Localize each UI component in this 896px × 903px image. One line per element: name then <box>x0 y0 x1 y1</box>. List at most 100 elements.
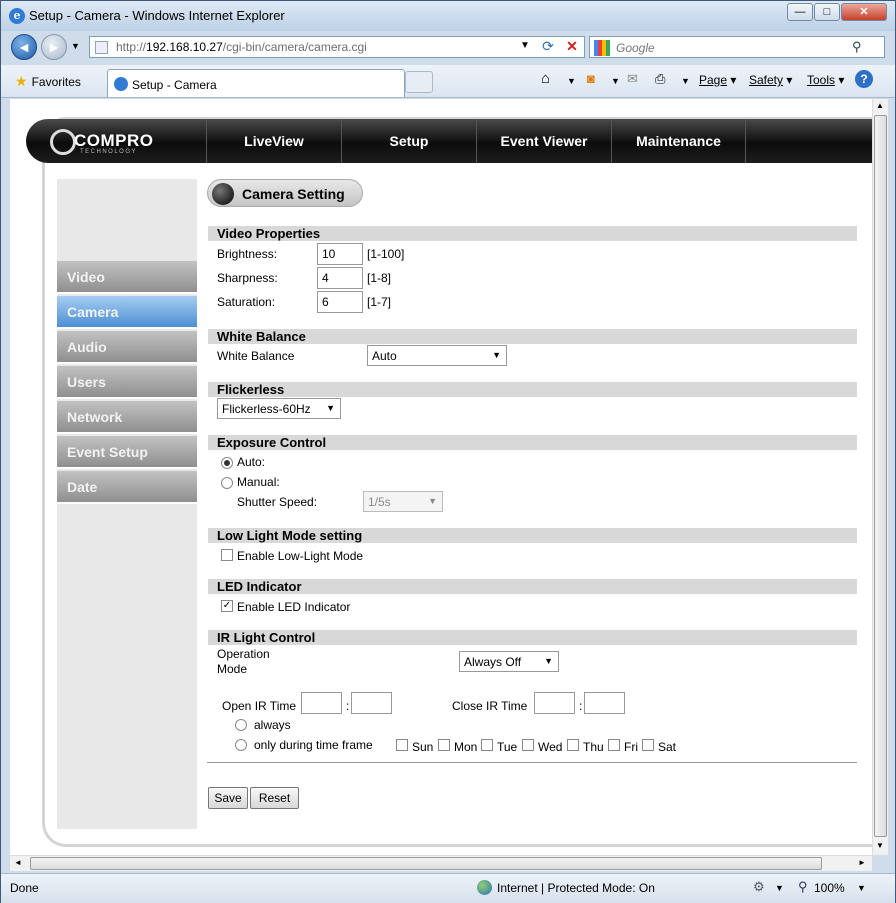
settings-dropdown-icon[interactable]: ▼ <box>775 883 784 893</box>
section-ir-light: IR Light Control <box>208 630 857 645</box>
sidebar-item-network[interactable]: Network <box>57 401 197 434</box>
page-title: Camera Setting <box>242 186 345 202</box>
open-ir-minute-input[interactable] <box>351 692 392 714</box>
minimize-button[interactable]: — <box>787 3 813 21</box>
exposure-auto-radio[interactable] <box>221 457 233 469</box>
low-light-label: Enable Low-Light Mode <box>237 549 364 563</box>
save-button[interactable]: Save <box>208 787 248 809</box>
protected-settings-icon[interactable]: ⚙ <box>753 879 765 895</box>
brightness-input[interactable]: 10 <box>317 243 363 265</box>
day-checkbox-fri[interactable] <box>608 739 620 751</box>
scroll-down-icon[interactable]: ▼ <box>876 841 884 850</box>
page-menu[interactable]: Page ▾ <box>699 73 736 87</box>
brightness-label: Brightness: <box>217 247 278 261</box>
saturation-input[interactable]: 6 <box>317 291 363 313</box>
main-content: Camera Setting Video Properties Brightne… <box>207 179 857 839</box>
scroll-left-icon[interactable]: ◄ <box>14 858 22 867</box>
search-box[interactable]: Google ⚲ <box>589 36 885 58</box>
feeds-dropdown-icon[interactable]: ▼ <box>611 76 620 86</box>
close-button[interactable]: ✕ <box>841 3 887 21</box>
chevron-down-icon: ▼ <box>326 403 335 413</box>
day-label-mon: Mon <box>454 740 478 754</box>
low-light-checkbox[interactable] <box>221 549 233 561</box>
address-dropdown-icon[interactable]: ▼ <box>520 40 530 51</box>
tools-menu[interactable]: Tools ▾ <box>807 73 844 87</box>
zoom-dropdown-icon[interactable]: ▼ <box>857 883 866 893</box>
star-icon: ★ <box>15 73 28 89</box>
sidebar-item-video[interactable]: Video <box>57 261 197 294</box>
zoom-level[interactable]: 100% <box>814 881 845 895</box>
close-ir-minute-input[interactable] <box>584 692 625 714</box>
refresh-icon[interactable]: ⟳ <box>538 38 558 56</box>
forward-button[interactable]: ► <box>41 34 67 60</box>
scroll-up-icon[interactable]: ▲ <box>876 101 884 110</box>
open-ir-hour-input[interactable] <box>301 692 342 714</box>
chevron-down-icon: ▼ <box>544 656 553 666</box>
section-white-balance: White Balance <box>208 329 857 344</box>
flickerless-select[interactable]: Flickerless-60Hz ▼ <box>217 398 341 419</box>
status-bar: Done Internet | Protected Mode: On ⚙ ▼ ⚲… <box>1 873 895 903</box>
led-checkbox[interactable]: ✓ <box>221 600 233 612</box>
horizontal-scroll-thumb[interactable] <box>30 857 822 870</box>
shutter-speed-label: Shutter Speed: <box>237 495 318 509</box>
sidebar-item-date[interactable]: Date <box>57 471 197 504</box>
vertical-scrollbar[interactable]: ▲ ▼ <box>872 99 888 855</box>
vertical-scroll-thumb[interactable] <box>874 115 887 837</box>
print-icon[interactable]: ⎙ <box>655 71 665 87</box>
day-checkbox-sun[interactable] <box>396 739 408 751</box>
day-checkbox-wed[interactable] <box>522 739 534 751</box>
sidebar-item-camera[interactable]: Camera <box>57 296 197 329</box>
favorites-button[interactable]: ★ Favorites <box>15 73 81 90</box>
day-checkbox-sat[interactable] <box>642 739 654 751</box>
nav-liveview[interactable]: LiveView <box>206 119 341 163</box>
internet-globe-icon <box>477 880 492 895</box>
feeds-icon[interactable]: ◙ <box>587 71 595 86</box>
section-led-indicator: LED Indicator <box>208 579 857 594</box>
recent-pages-icon[interactable]: ▼ <box>71 41 80 51</box>
search-icon[interactable]: ⚲ <box>852 39 862 55</box>
day-checkbox-mon[interactable] <box>438 739 450 751</box>
operation-mode-select[interactable]: Always Off ▼ <box>459 651 559 672</box>
sidebar-item-event-setup[interactable]: Event Setup <box>57 436 197 469</box>
sharpness-input[interactable]: 4 <box>317 267 363 289</box>
reset-button[interactable]: Reset <box>250 787 299 809</box>
nav-setup[interactable]: Setup <box>341 119 476 163</box>
day-label-fri: Fri <box>624 740 638 754</box>
section-exposure-control: Exposure Control <box>208 435 857 450</box>
ir-always-label: always <box>254 718 291 732</box>
close-ir-hour-input[interactable] <box>534 692 575 714</box>
security-zone-text[interactable]: Internet | Protected Mode: On <box>497 881 655 895</box>
day-checkbox-thu[interactable] <box>567 739 579 751</box>
day-label-thu: Thu <box>583 740 604 754</box>
search-placeholder: Google <box>616 41 655 55</box>
day-label-wed: Wed <box>538 740 563 754</box>
day-label-tue: Tue <box>497 740 518 754</box>
horizontal-scrollbar[interactable]: ◄ ► <box>10 855 872 871</box>
ir-always-radio[interactable] <box>235 719 247 731</box>
help-icon[interactable]: ? <box>855 70 873 88</box>
day-checkbox-tue[interactable] <box>481 739 493 751</box>
nav-maintenance[interactable]: Maintenance <box>611 119 746 163</box>
home-dropdown-icon[interactable]: ▼ <box>567 76 576 86</box>
shutter-speed-select[interactable]: 1/5s ▼ <box>363 491 443 512</box>
exposure-manual-radio[interactable] <box>221 477 233 489</box>
back-button[interactable]: ◄ <box>11 34 37 60</box>
sidebar-item-users[interactable]: Users <box>57 366 197 399</box>
close-ir-time-label: Close IR Time <box>452 699 528 713</box>
browser-tab[interactable]: Setup - Camera <box>107 69 405 97</box>
scroll-right-icon[interactable]: ► <box>858 858 866 867</box>
new-tab-button[interactable] <box>405 71 433 93</box>
sidebar-item-audio[interactable]: Audio <box>57 331 197 364</box>
home-icon[interactable]: ⌂ <box>541 70 550 87</box>
zoom-icon[interactable]: ⚲ <box>798 879 808 895</box>
stop-icon[interactable]: ✕ <box>562 38 582 56</box>
ir-timeframe-radio[interactable] <box>235 739 247 751</box>
print-dropdown-icon[interactable]: ▼ <box>681 76 690 86</box>
maximize-button[interactable]: □ <box>814 3 840 21</box>
address-bar[interactable]: http://192.168.10.27/cgi-bin/camera/came… <box>89 36 585 58</box>
nav-event-viewer[interactable]: Event Viewer <box>476 119 611 163</box>
chevron-down-icon: ▼ <box>492 350 501 360</box>
safety-menu[interactable]: Safety ▾ <box>749 73 792 87</box>
mail-icon[interactable]: ✉ <box>627 71 638 87</box>
white-balance-select[interactable]: Auto ▼ <box>367 345 507 366</box>
